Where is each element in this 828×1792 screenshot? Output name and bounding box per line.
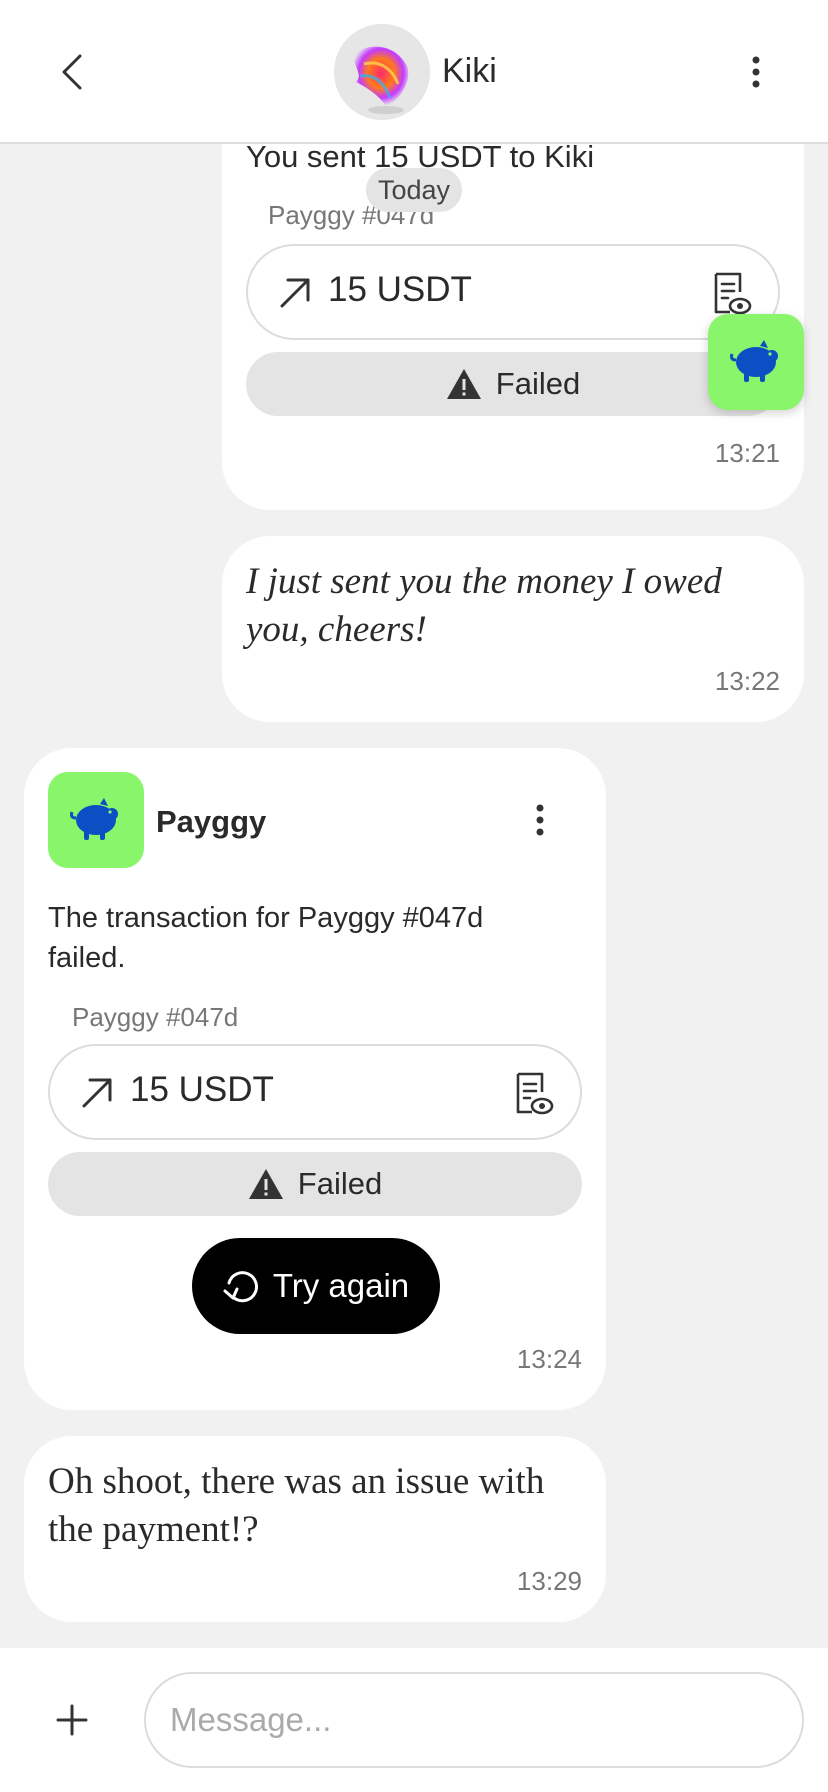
warning-triangle-icon [446,369,481,399]
message-time: 13:21 [714,438,780,468]
status-label: Failed [495,366,581,401]
chevron-left-icon [62,54,82,90]
header-more-button[interactable] [736,44,776,100]
back-button[interactable] [48,44,96,100]
plus-icon[interactable] [52,1700,92,1740]
message-time: 13:29 [516,1566,582,1596]
chat-header: Kiki [0,0,828,144]
retry-icon [223,1271,258,1303]
piggy-bank-icon [70,798,118,840]
amount-value: 15 USDT [328,270,472,309]
receipt-view-icon[interactable] [712,272,752,316]
transaction-id: Payggy #047d [72,1002,239,1032]
sender-name: Payggy [156,804,267,839]
try-again-label: Try again [272,1267,410,1304]
status-badge: Failed [246,352,780,416]
status-label: Failed [297,1166,383,1201]
message-bubble-sent-text[interactable]: I just sent you the money I owed you, ch… [222,536,804,722]
message-bubble-bot-payment[interactable]: Payggy The transaction for Payggy #047d … [24,748,606,1410]
message-time: 13:24 [516,1344,582,1374]
arrow-up-right-icon [280,278,310,308]
chat-thread[interactable]: You sent 15 USDT to Kiki Payggy #047d 15… [0,144,828,1648]
try-again-button[interactable]: Try again [192,1238,440,1334]
warning-triangle-icon [248,1169,283,1199]
contact-name[interactable]: Kiki [442,52,497,91]
more-vertical-icon [536,804,544,836]
payggy-avatar [48,772,144,868]
message-time: 13:22 [714,666,780,696]
amount-value: 15 USDT [130,1070,274,1109]
message-text: The transaction for Payggy #047d failed. [48,902,484,974]
more-vertical-icon [752,56,760,88]
message-text: I just sent you the money I owed you, ch… [246,561,722,650]
message-input[interactable] [144,1672,804,1768]
status-badge: Failed [48,1152,582,1216]
payggy-app-button[interactable] [708,314,804,410]
arrow-up-right-icon [82,1078,112,1108]
amount-pill[interactable]: 15 USDT [246,244,780,340]
receipt-view-icon[interactable] [514,1072,554,1116]
avatar[interactable] [334,24,430,120]
piggy-bank-icon [730,340,778,382]
amount-pill[interactable]: 15 USDT [48,1044,582,1140]
message-more-button[interactable] [530,792,550,848]
message-bubble-received-text[interactable]: Oh shoot, there was an issue with the pa… [24,1436,606,1622]
message-text: Oh shoot, there was an issue with the pa… [48,1461,545,1550]
date-divider: Today [366,168,463,212]
message-composer [0,1648,828,1792]
